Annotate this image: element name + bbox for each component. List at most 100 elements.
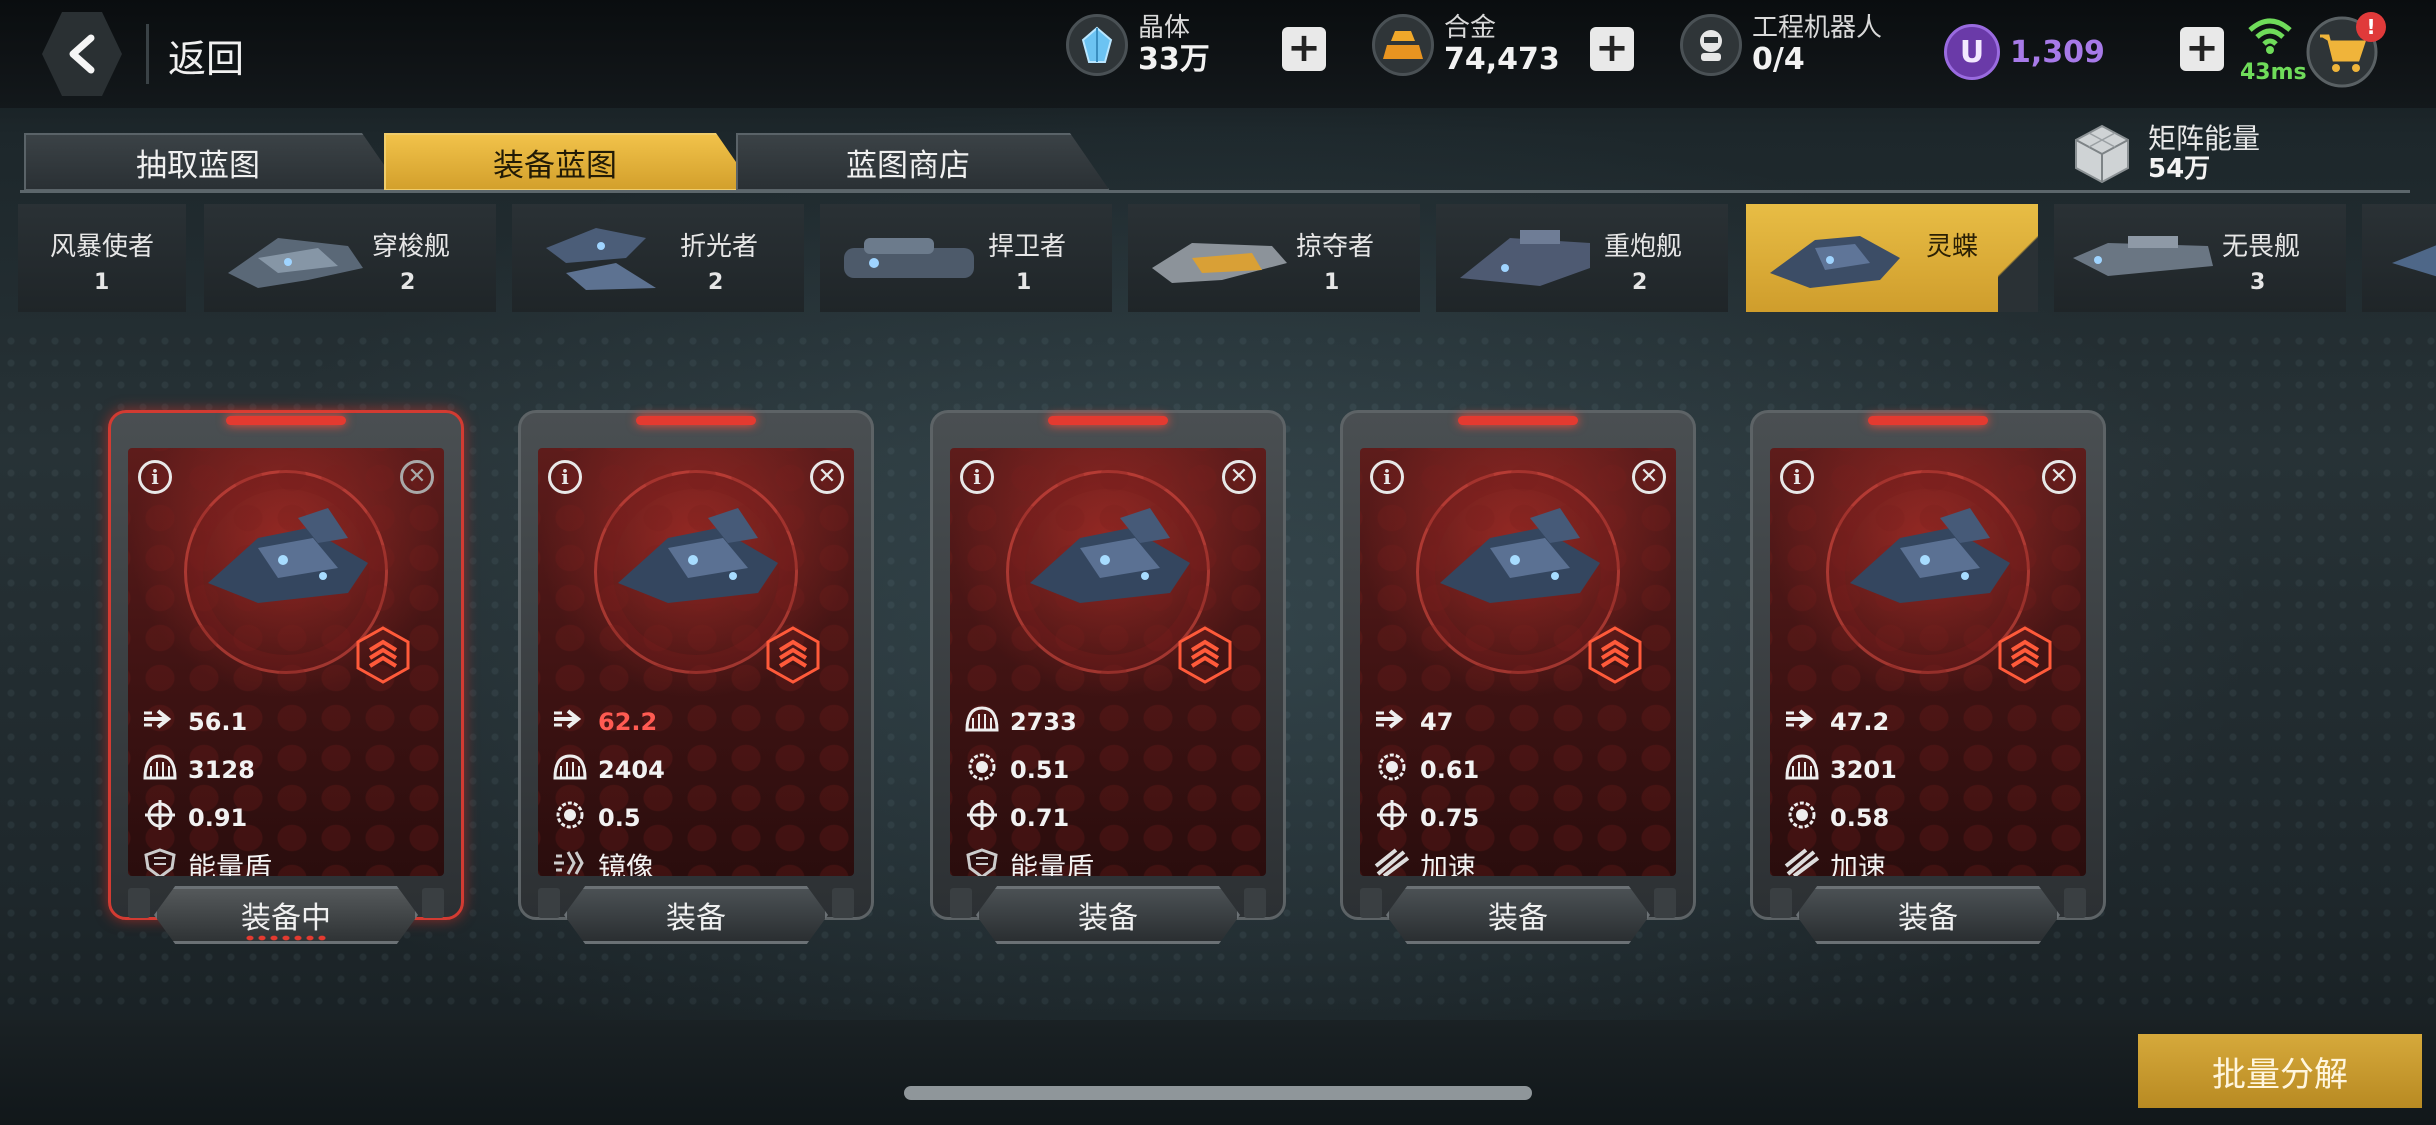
blueprint-card[interactable]: i ✕ 56.1 3128 0.91 能量盾 装备中 [108,410,464,950]
info-icon[interactable]: i [548,460,582,494]
card-body: i ✕ 62.2 2404 0.5 镜像 [538,448,854,876]
shield-icon [142,847,188,876]
crosshair-icon [1374,800,1420,836]
add-premium-button[interactable]: + [2180,27,2224,71]
close-icon[interactable]: ✕ [2042,460,2076,494]
card-bolt [1770,888,1792,918]
skill-label: 加速 [1830,851,1887,876]
tab-blueprint-shop[interactable]: 蓝图商店 [736,133,1110,191]
blueprint-card[interactable]: i ✕ 2733 0.51 0.71 能量盾 装备 [930,410,1286,950]
stat-row: 0.71 [964,800,1069,836]
skill-label: 镜像 [598,851,655,876]
equipped-indicator [244,934,328,942]
info-icon[interactable]: i [138,460,172,494]
tabs-underline [20,190,2410,193]
back-button[interactable] [42,12,122,96]
resource-value: 33万 [1138,41,1210,77]
stat-value: 3201 [1830,756,1897,784]
ship-name: 掠夺者 [1296,232,1375,262]
skill-row: 能量盾 [964,846,1094,876]
ship-item[interactable]: 捍卫者 1 [820,204,1112,312]
stat-value: 3128 [188,756,255,784]
card-indicator-light [1868,416,1988,425]
ship-item[interactable]: 重炮舰 2 [1436,204,1728,312]
skill-row: 加速 [1374,846,1476,876]
equip-button[interactable]: 装备 [976,886,1240,944]
scrollbar[interactable] [904,1086,1532,1100]
armor-icon [142,752,188,788]
card-bolt [1360,888,1382,918]
card-bolt [832,888,854,918]
equip-button[interactable]: 装备 [564,886,828,944]
blueprint-card[interactable]: i ✕ 62.2 2404 0.5 镜像 装备 [518,410,874,950]
close-icon[interactable]: ✕ [400,460,434,494]
ship-name: 捍卫者 [988,232,1067,262]
skill-label: 能量盾 [1010,851,1095,876]
ship-image [1030,508,1190,603]
blueprint-card[interactable]: i ✕ 47 0.61 0.75 加速 装备 [1340,410,1696,950]
add-crystal-button[interactable]: + [1282,27,1326,71]
blueprint-card[interactable]: i ✕ 47.2 3201 0.58 加速 装备 [1750,410,2106,950]
ship-item[interactable]: 掠夺者 1 [1128,204,1420,312]
stat-row: 62.2 [552,704,657,740]
close-icon[interactable]: ✕ [1222,460,1256,494]
equip-button[interactable]: 装备 [1796,886,2060,944]
info-icon[interactable]: i [1780,460,1814,494]
ship-count: 1 [1016,270,1032,295]
stat-value: 0.51 [1010,756,1070,784]
card-indicator-light [1048,416,1168,425]
back-label[interactable]: 返回 [168,28,244,83]
add-alloy-button[interactable]: + [1590,27,1634,71]
ship-image [618,508,778,603]
card-indicator-light [226,416,346,425]
card-bolt [422,888,444,918]
speed-icon [1784,704,1830,740]
ship-icon [1460,230,1590,286]
ship-count: 1 [94,270,110,295]
resource-name: 晶体 [1138,13,1191,44]
resource-premium: U 1,309 [1944,24,2105,80]
skill-row: 能量盾 [142,846,272,876]
premium-currency-icon: U [1944,24,2000,80]
chevron-left-icon [69,34,95,74]
stat-row: 3201 [1784,752,1897,788]
ship-item[interactable]: 折光者 2 [512,204,804,312]
speed-icon [552,704,598,740]
resource-value: 74,473 [1444,41,1560,77]
tab-equip-blueprint[interactable]: 装备蓝图 [384,133,756,191]
card-body: i ✕ 2733 0.51 0.71 能量盾 [950,448,1266,876]
close-icon[interactable]: ✕ [810,460,844,494]
ship-item[interactable]: 风暴使者 1 [18,204,186,312]
stat-value: 2733 [1010,708,1077,736]
boost-icon [1374,847,1420,876]
ship-icon [546,228,656,290]
skill-label: 加速 [1420,851,1477,876]
info-icon[interactable]: i [1370,460,1404,494]
card-bolt [950,888,972,918]
ship-name: 无畏舰 [2222,232,2301,262]
rank-chevron-icon [356,626,410,684]
ship-item[interactable]: 穿梭舰 2 [204,204,496,312]
ship-item-partial[interactable] [2362,204,2436,312]
ship-name: 风暴使者 [50,232,155,262]
resource-name: 合金 [1444,13,1497,44]
ship-name: 穿梭舰 [372,232,451,262]
matrix-energy: 矩阵能量 54万 [2070,122,2260,186]
card-bolt [2064,888,2086,918]
tab-draw-blueprint[interactable]: 抽取蓝图 [24,133,402,191]
ship-count: 2 [1632,270,1648,295]
stat-row: 0.91 [142,800,247,836]
card-bolt [1654,888,1676,918]
ship-image [208,508,368,603]
bulk-dismantle-button[interactable]: 批量分解 [2138,1034,2422,1108]
ship-item-selected[interactable]: 灵蝶 [1746,204,2038,312]
speed-icon [1374,704,1420,740]
stat-value: 56.1 [188,708,248,736]
info-icon[interactable]: i [960,460,994,494]
equip-button[interactable]: 装备 [1386,886,1650,944]
skill-label: 能量盾 [188,851,273,876]
stat-value: 0.71 [1010,804,1070,832]
close-icon[interactable]: ✕ [1632,460,1666,494]
ship-item[interactable]: 无畏舰 3 [2054,204,2346,312]
bottom-strip [0,1020,2436,1125]
